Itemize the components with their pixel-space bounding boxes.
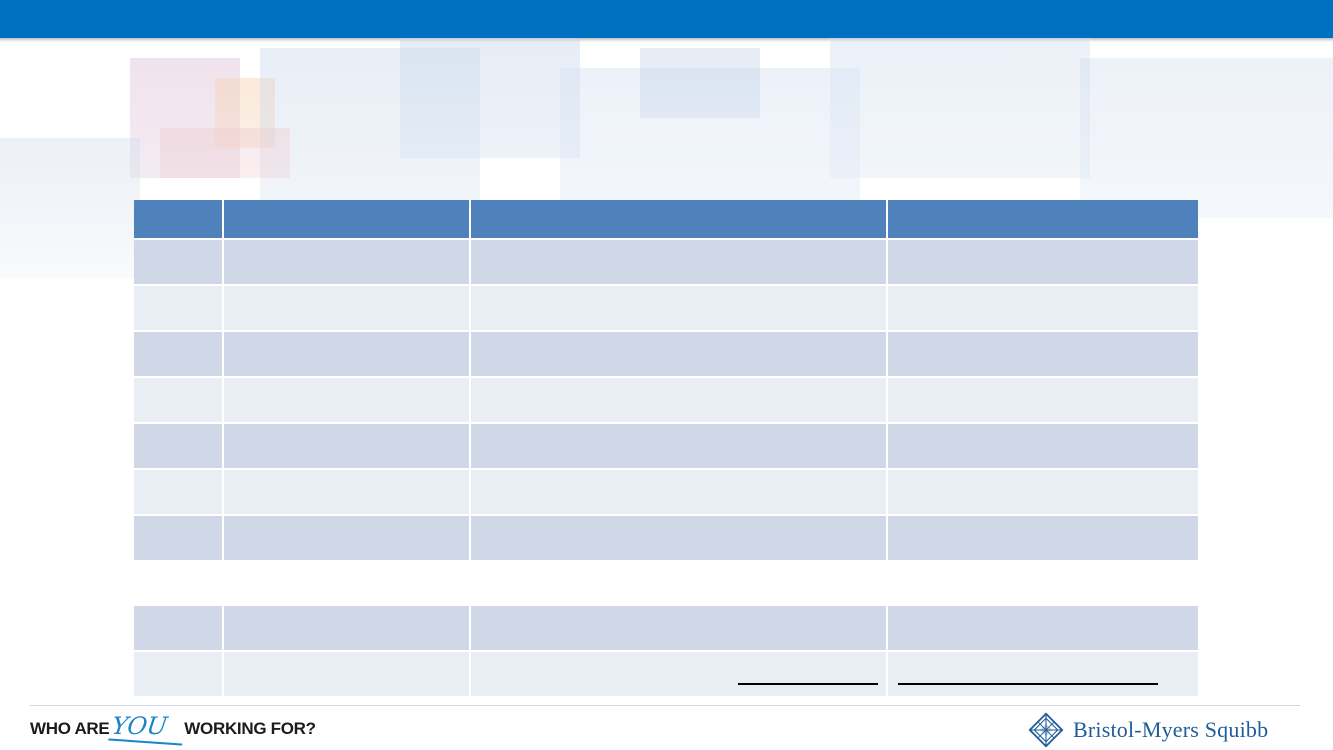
- column-header: [223, 200, 470, 238]
- table-row: [134, 286, 1198, 330]
- table-cell: [134, 470, 222, 514]
- column-header: [887, 200, 1198, 238]
- column-header: [471, 200, 886, 238]
- table-cell: [887, 652, 1198, 696]
- table-cell: [223, 332, 470, 376]
- table-cell: [887, 424, 1198, 468]
- table-row: [134, 332, 1198, 376]
- signature-line: [898, 683, 1158, 685]
- column-header: [134, 200, 222, 238]
- table-cell: [887, 470, 1198, 514]
- table-cell: [223, 424, 470, 468]
- bms-diamond-logo-icon: [1028, 712, 1064, 748]
- table-cell: [134, 516, 222, 560]
- table-cell: [471, 240, 886, 284]
- table-row: [134, 378, 1198, 422]
- table-cell: [471, 652, 886, 696]
- table-cell: [223, 240, 470, 284]
- table-cell: [223, 286, 470, 330]
- company-name: Bristol-Myers Squibb: [1073, 717, 1269, 742]
- table-cell: [223, 470, 470, 514]
- table-cell: [223, 516, 470, 560]
- tagline-part: WHO ARE: [30, 719, 110, 738]
- table-row: [134, 240, 1198, 284]
- table-cell: [134, 606, 222, 650]
- table-cell: [471, 470, 886, 514]
- table-cell: [887, 286, 1198, 330]
- table-cell: [134, 424, 222, 468]
- table-cell: [223, 606, 470, 650]
- tagline-part: WORKING FOR?: [184, 719, 316, 738]
- tagline: WHO ARE YOU WORKING FOR?: [30, 712, 316, 746]
- company-logo: Bristol-Myers Squibb: [1028, 712, 1268, 748]
- tagline-you: YOU: [110, 712, 170, 740]
- header-bar: [0, 0, 1333, 38]
- footer-divider: [30, 705, 1300, 706]
- table-header-row: [134, 200, 1198, 238]
- table-cell: [223, 378, 470, 422]
- table-cell: [471, 606, 886, 650]
- table-row: [134, 424, 1198, 468]
- table-cell: [134, 286, 222, 330]
- table-cell: [471, 332, 886, 376]
- table-row: [134, 470, 1198, 514]
- table-row: [134, 652, 1198, 696]
- table-spacer-row: [134, 562, 1198, 604]
- table-cell: [887, 378, 1198, 422]
- table-cell: [471, 516, 886, 560]
- table-cell: [134, 378, 222, 422]
- table-cell: [887, 516, 1198, 560]
- signature-line: [738, 683, 878, 685]
- table-cell: [134, 652, 222, 696]
- table-cell: [887, 332, 1198, 376]
- table-row: [134, 606, 1198, 650]
- table-cell: [471, 378, 886, 422]
- table-cell: [134, 332, 222, 376]
- table-cell: [471, 286, 886, 330]
- table-cell: [887, 240, 1198, 284]
- table-row: [134, 516, 1198, 560]
- table-cell: [471, 424, 886, 468]
- table-cell: [887, 606, 1198, 650]
- table-cell: [134, 240, 222, 284]
- table-cell: [223, 652, 470, 696]
- data-table: [132, 198, 1200, 698]
